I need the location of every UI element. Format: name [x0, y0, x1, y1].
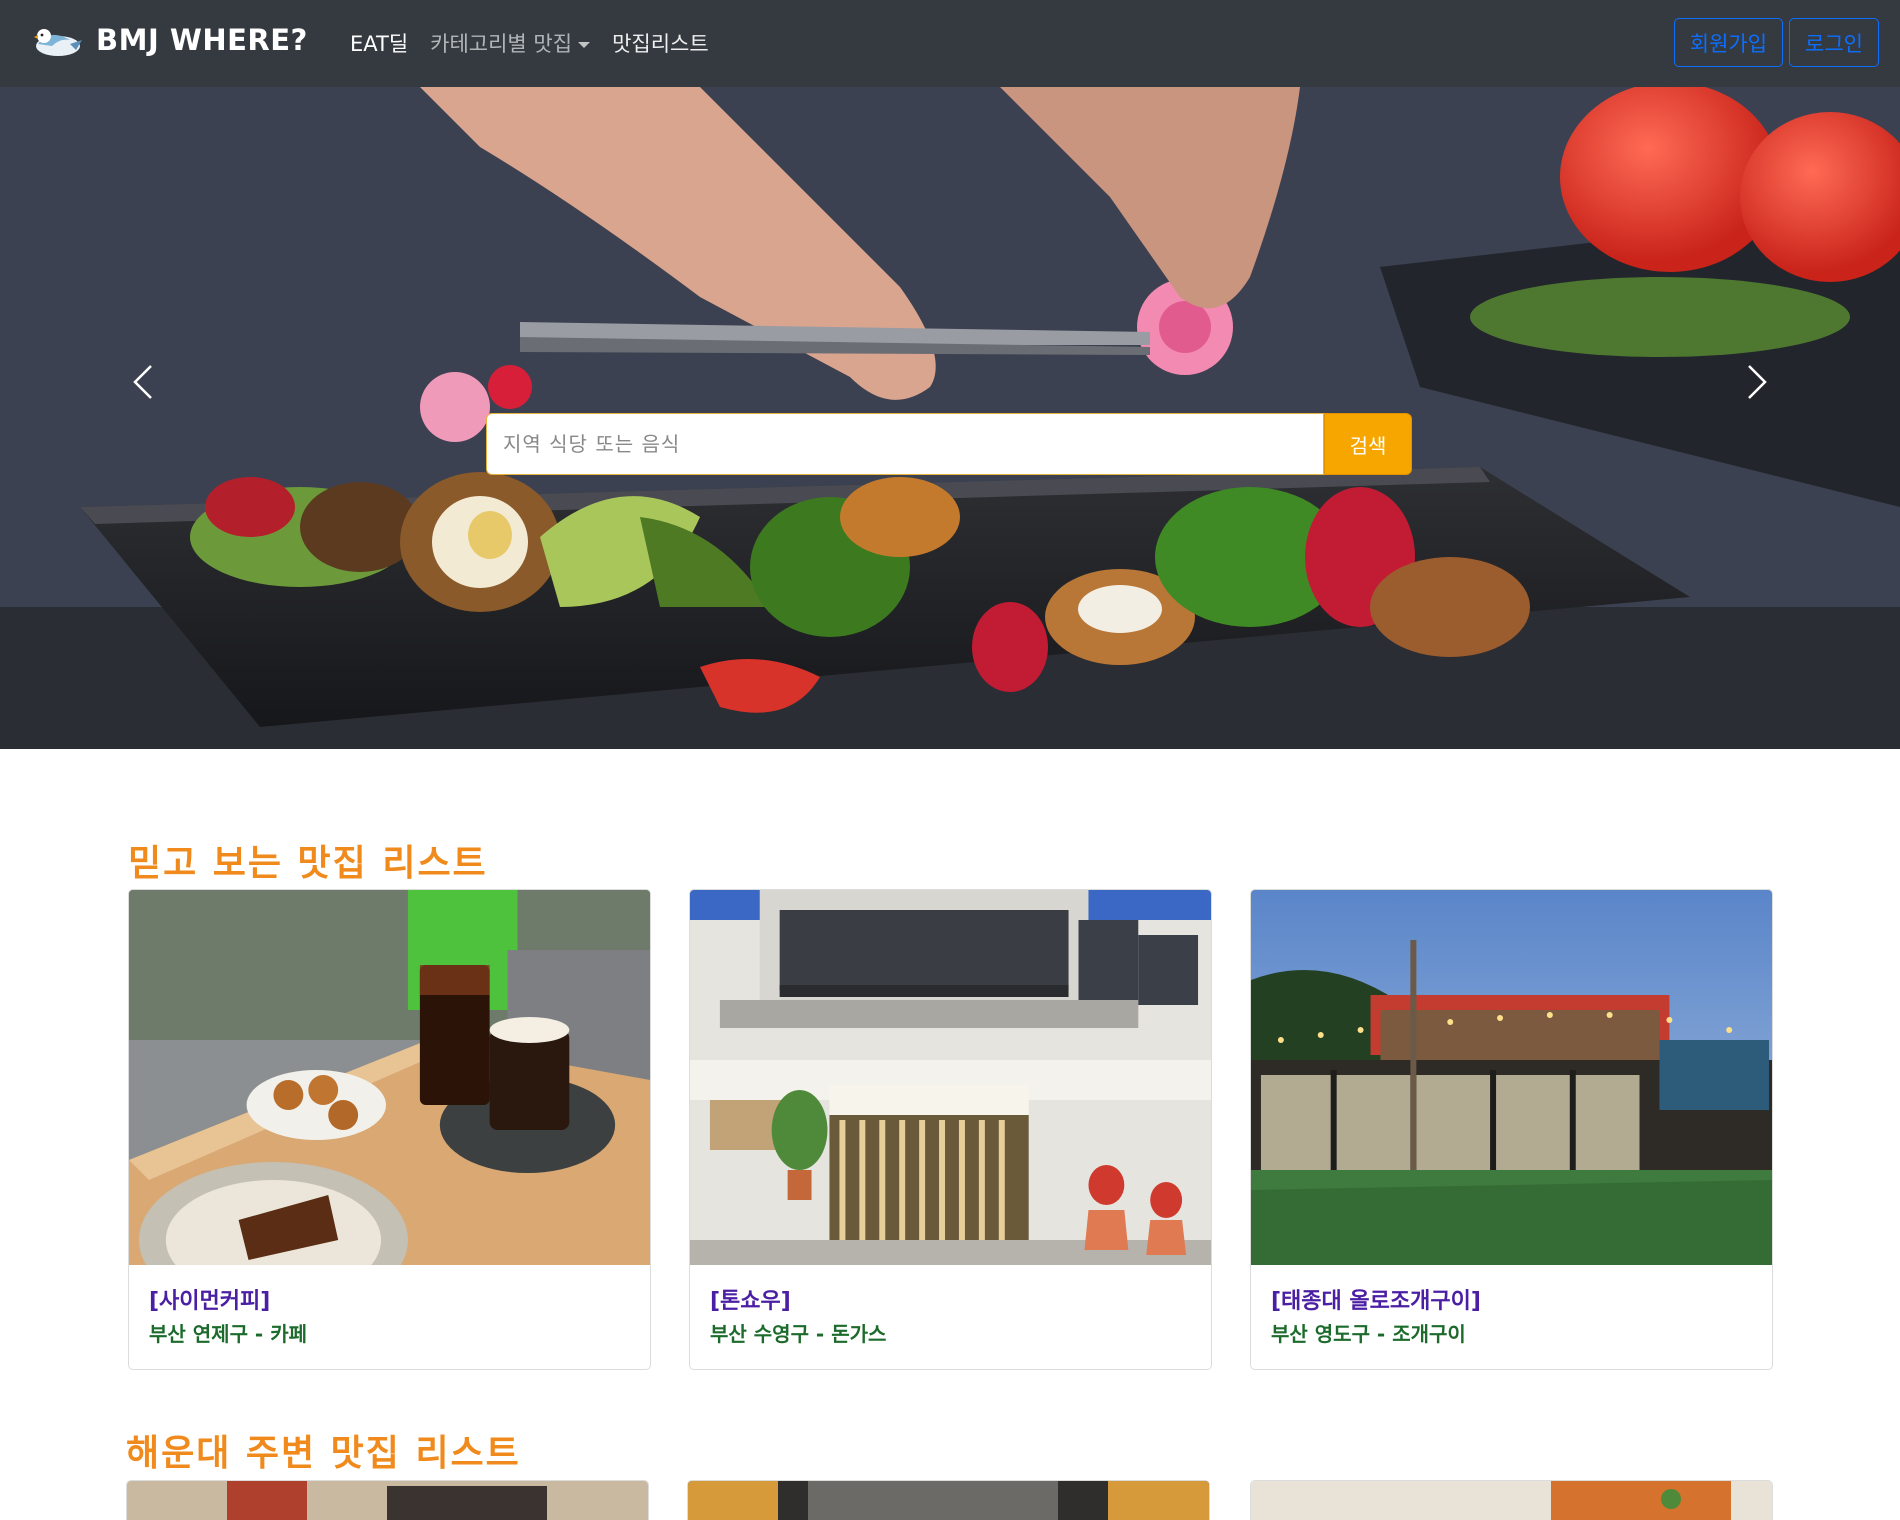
section-title-trusted: 믿고 보는 맛집 리스트	[128, 843, 488, 884]
restaurant-card-peek[interactable]	[1250, 1480, 1773, 1520]
search-button[interactable]: 검색	[1324, 413, 1412, 475]
section-title-haeundae: 해운대 주변 맛집 리스트	[126, 1433, 521, 1474]
chevron-left-icon	[133, 365, 152, 399]
nav-category-label: 카테고리별 맛집	[430, 32, 573, 56]
login-button[interactable]: 로그인	[1789, 18, 1879, 67]
nav-eat-deal[interactable]: EAT딜	[350, 28, 408, 58]
clam-grill-restaurant-image	[1251, 890, 1772, 1265]
restaurant-card-peek[interactable]	[126, 1480, 649, 1520]
search-input[interactable]	[486, 413, 1324, 475]
brand-logo-link[interactable]: BMJ WHERE?	[30, 18, 308, 62]
food-image-peek	[688, 1481, 1209, 1520]
card-title: [태종대 올로조개구이]	[1271, 1289, 1481, 1314]
restaurant-card[interactable]: [톤쇼우] 부산 수영구 - 돈가스	[689, 889, 1212, 1370]
nav-restaurant-list[interactable]: 맛집리스트	[612, 28, 709, 58]
nav-category-dropdown[interactable]: 카테고리별 맛집	[430, 28, 591, 58]
cafe-coffee-image	[129, 890, 650, 1265]
carousel-prev-button[interactable]	[113, 352, 173, 412]
signup-button[interactable]: 회원가입	[1673, 18, 1784, 67]
brand-name: BMJ WHERE?	[96, 23, 308, 57]
card-location-category: 부산 영도구 - 조개구이	[1271, 1322, 1466, 1346]
hero-search-bar: 검색	[486, 413, 1412, 475]
top-navbar: BMJ WHERE? EAT딜 카테고리별 맛집 맛집리스트 회원가입 로그인	[0, 0, 1900, 87]
chevron-down-icon	[578, 42, 591, 48]
food-image-peek	[127, 1481, 648, 1520]
tonkatsu-storefront-image	[690, 890, 1211, 1265]
card-location-category: 부산 수영구 - 돈가스	[710, 1322, 887, 1346]
auth-buttons: 회원가입 로그인	[1668, 18, 1879, 67]
restaurant-card[interactable]: [사이먼커피] 부산 연제구 - 카페	[128, 889, 651, 1370]
card-location-category: 부산 연제구 - 카페	[149, 1322, 307, 1346]
card-title: [톤쇼우]	[710, 1289, 791, 1314]
seagull-logo-icon	[34, 29, 82, 56]
main-nav: EAT딜 카테고리별 맛집 맛집리스트	[350, 28, 731, 58]
chevron-right-icon	[1748, 365, 1767, 399]
card-title: [사이먼커피]	[149, 1289, 271, 1314]
food-image-peek	[1251, 1481, 1772, 1520]
hero-carousel: 검색	[0, 87, 1900, 749]
carousel-next-button[interactable]	[1727, 352, 1787, 412]
restaurant-card-peek[interactable]	[687, 1480, 1210, 1520]
restaurant-card[interactable]: [태종대 올로조개구이] 부산 영도구 - 조개구이	[1250, 889, 1773, 1370]
